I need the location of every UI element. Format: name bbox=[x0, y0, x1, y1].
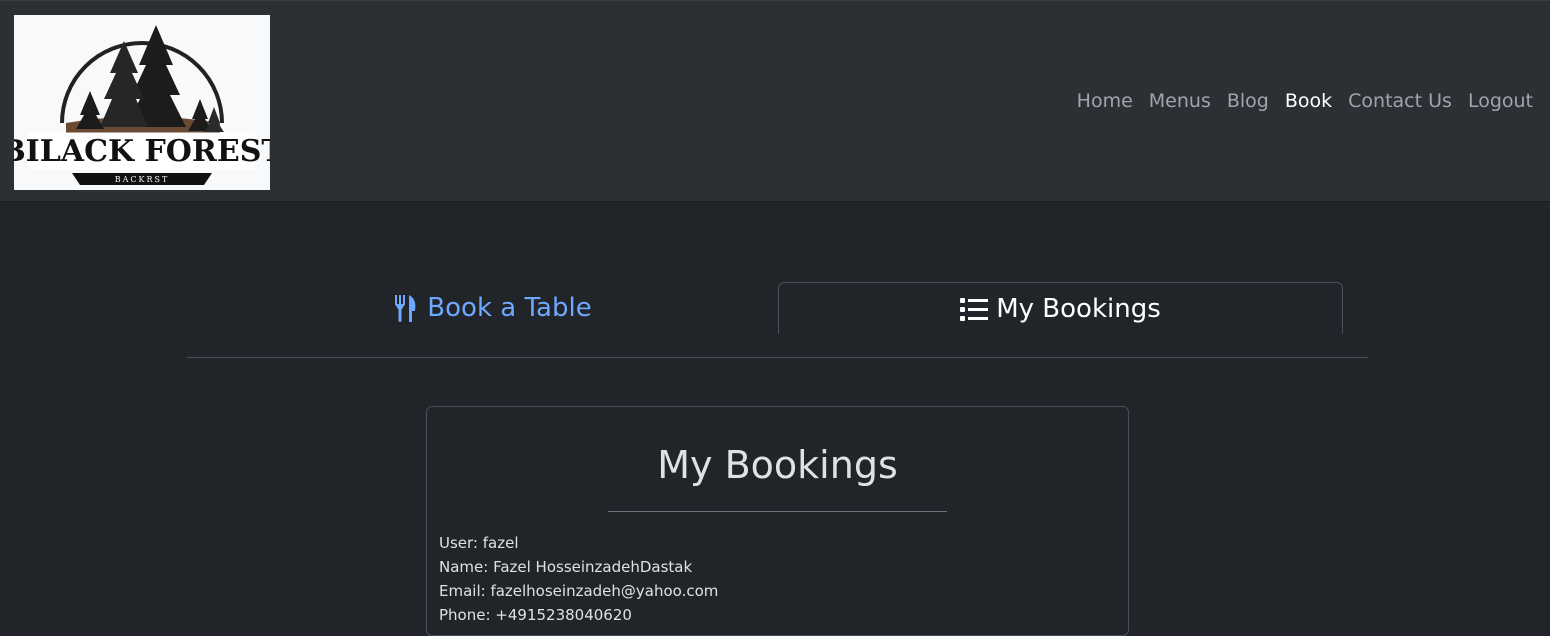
nav-book[interactable]: Book bbox=[1285, 90, 1332, 112]
list-icon bbox=[960, 297, 989, 321]
navbar: BILACK FOREST BACKRST Home Menus Blog Bo… bbox=[0, 0, 1550, 202]
email-field: Email: fazelhoseinzadeh@yahoo.com bbox=[439, 582, 719, 600]
bookings-card: My Bookings User: fazel Name: Fazel Hoss… bbox=[426, 406, 1129, 636]
nav-home[interactable]: Home bbox=[1077, 90, 1133, 112]
booking-tabs: Book a Table My Bookings bbox=[187, 282, 1368, 358]
nav-blog[interactable]: Blog bbox=[1227, 90, 1269, 112]
tab-my-bookings[interactable]: My Bookings bbox=[778, 282, 1343, 334]
phone-field: Phone: +4915238040620 bbox=[439, 606, 632, 624]
tab-book-a-table[interactable]: Book a Table bbox=[210, 282, 775, 334]
svg-text:BILACK FOREST: BILACK FOREST bbox=[14, 134, 270, 169]
nav-contact-us[interactable]: Contact Us bbox=[1348, 90, 1452, 112]
tab-my-bookings-label: My Bookings bbox=[996, 293, 1161, 324]
svg-text:BACKRST: BACKRST bbox=[115, 175, 170, 184]
forest-logo-icon: BILACK FOREST BACKRST bbox=[14, 25, 270, 185]
main-nav: Home Menus Blog Book Contact Us Logout bbox=[1077, 90, 1533, 112]
utensils-icon bbox=[393, 293, 419, 323]
tab-book-a-table-label: Book a Table bbox=[427, 293, 592, 323]
name-field: Name: Fazel HosseinzadehDastak bbox=[439, 558, 693, 576]
card-divider bbox=[608, 511, 947, 512]
user-info: User: fazel Name: Fazel HosseinzadehDast… bbox=[439, 531, 718, 627]
nav-menus[interactable]: Menus bbox=[1149, 90, 1211, 112]
card-title: My Bookings bbox=[657, 443, 898, 487]
brand-logo[interactable]: BILACK FOREST BACKRST bbox=[14, 15, 270, 190]
user-field: User: fazel bbox=[439, 534, 519, 552]
nav-logout[interactable]: Logout bbox=[1468, 90, 1533, 112]
